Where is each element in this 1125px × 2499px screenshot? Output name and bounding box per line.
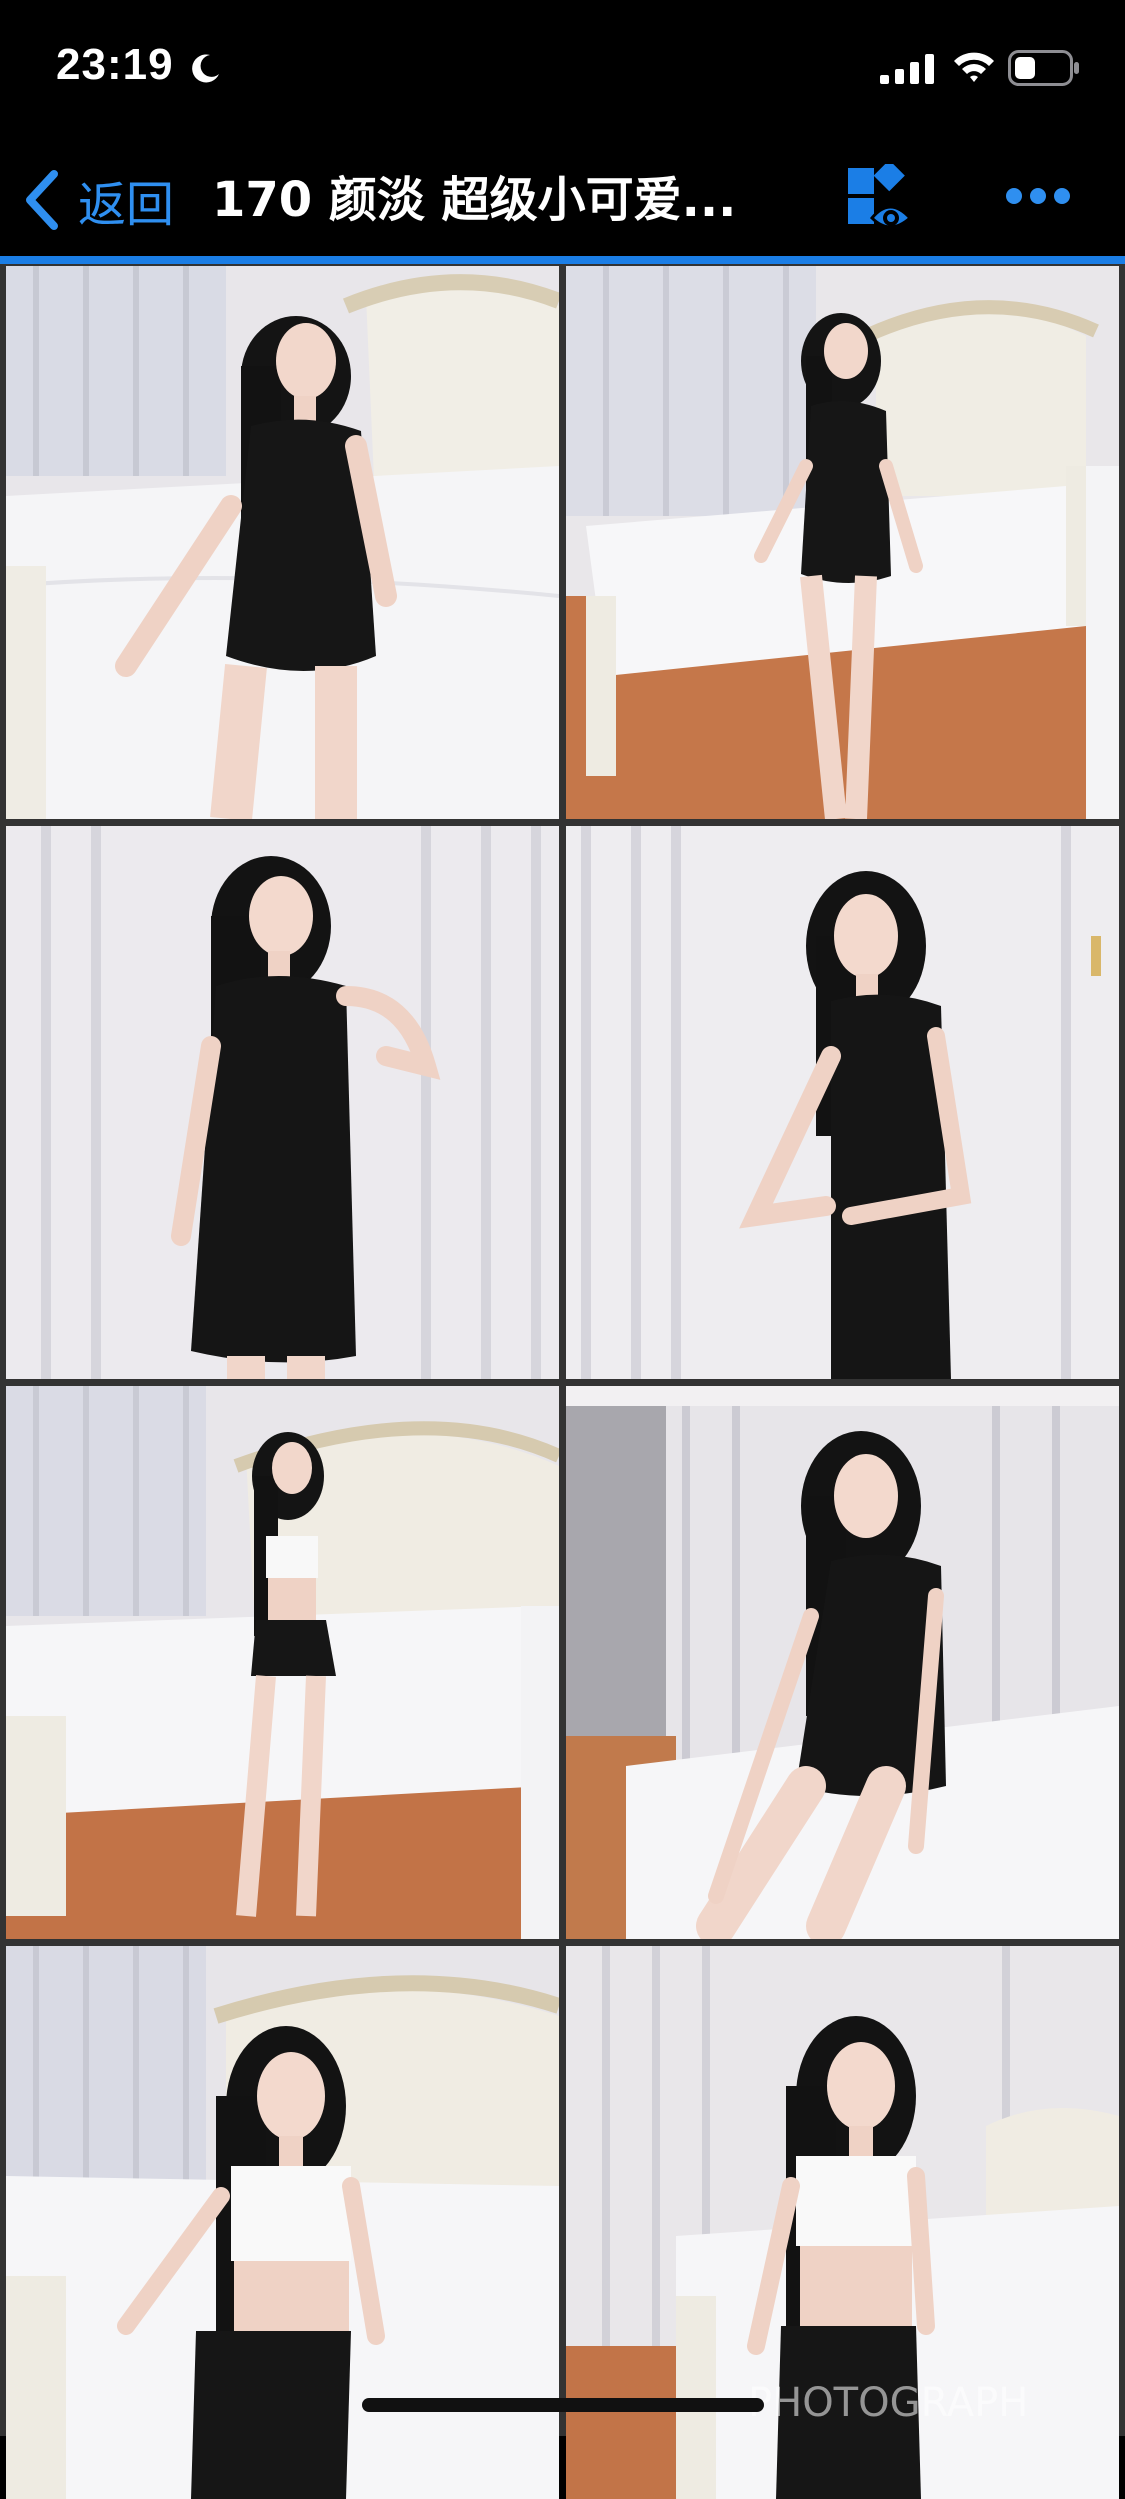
signal-icon <box>880 54 934 84</box>
photo-image <box>566 1386 1119 1939</box>
photo-thumbnail[interactable] <box>6 1946 559 2499</box>
back-label: 返回 <box>78 177 175 233</box>
photo-thumbnail[interactable] <box>6 1386 559 1939</box>
more-icon[interactable] <box>1004 184 1072 208</box>
photo-image <box>566 826 1119 1379</box>
page-title: 170 颜淡 超级小可爱... <box>212 172 737 228</box>
photo-thumbnail[interactable] <box>6 826 559 1379</box>
watermark: PHOTOGRAPH <box>748 2380 1029 2426</box>
grid-eye-icon[interactable] <box>844 164 916 236</box>
battery-icon <box>1008 50 1079 86</box>
photo-image <box>6 1946 559 2499</box>
back-button[interactable]: 返回 <box>22 168 175 233</box>
nav-divider <box>0 256 1125 264</box>
photo-image <box>6 266 559 819</box>
photo-thumbnail[interactable] <box>566 1386 1119 1939</box>
photo-thumbnail[interactable] <box>566 826 1119 1379</box>
wifi-icon <box>954 52 994 82</box>
photo-thumbnail[interactable] <box>566 266 1119 819</box>
moon-icon <box>192 54 219 83</box>
status-time: 23:19 <box>56 40 174 89</box>
chevron-left-icon <box>26 170 58 230</box>
photo-thumbnail[interactable] <box>6 266 559 819</box>
photo-image <box>566 266 1119 819</box>
photo-image <box>6 1386 559 1939</box>
photo-grid <box>0 264 1125 2499</box>
photo-image <box>6 826 559 1379</box>
status-bar: 23:19 <box>0 0 1125 140</box>
home-indicator[interactable] <box>362 2398 764 2412</box>
